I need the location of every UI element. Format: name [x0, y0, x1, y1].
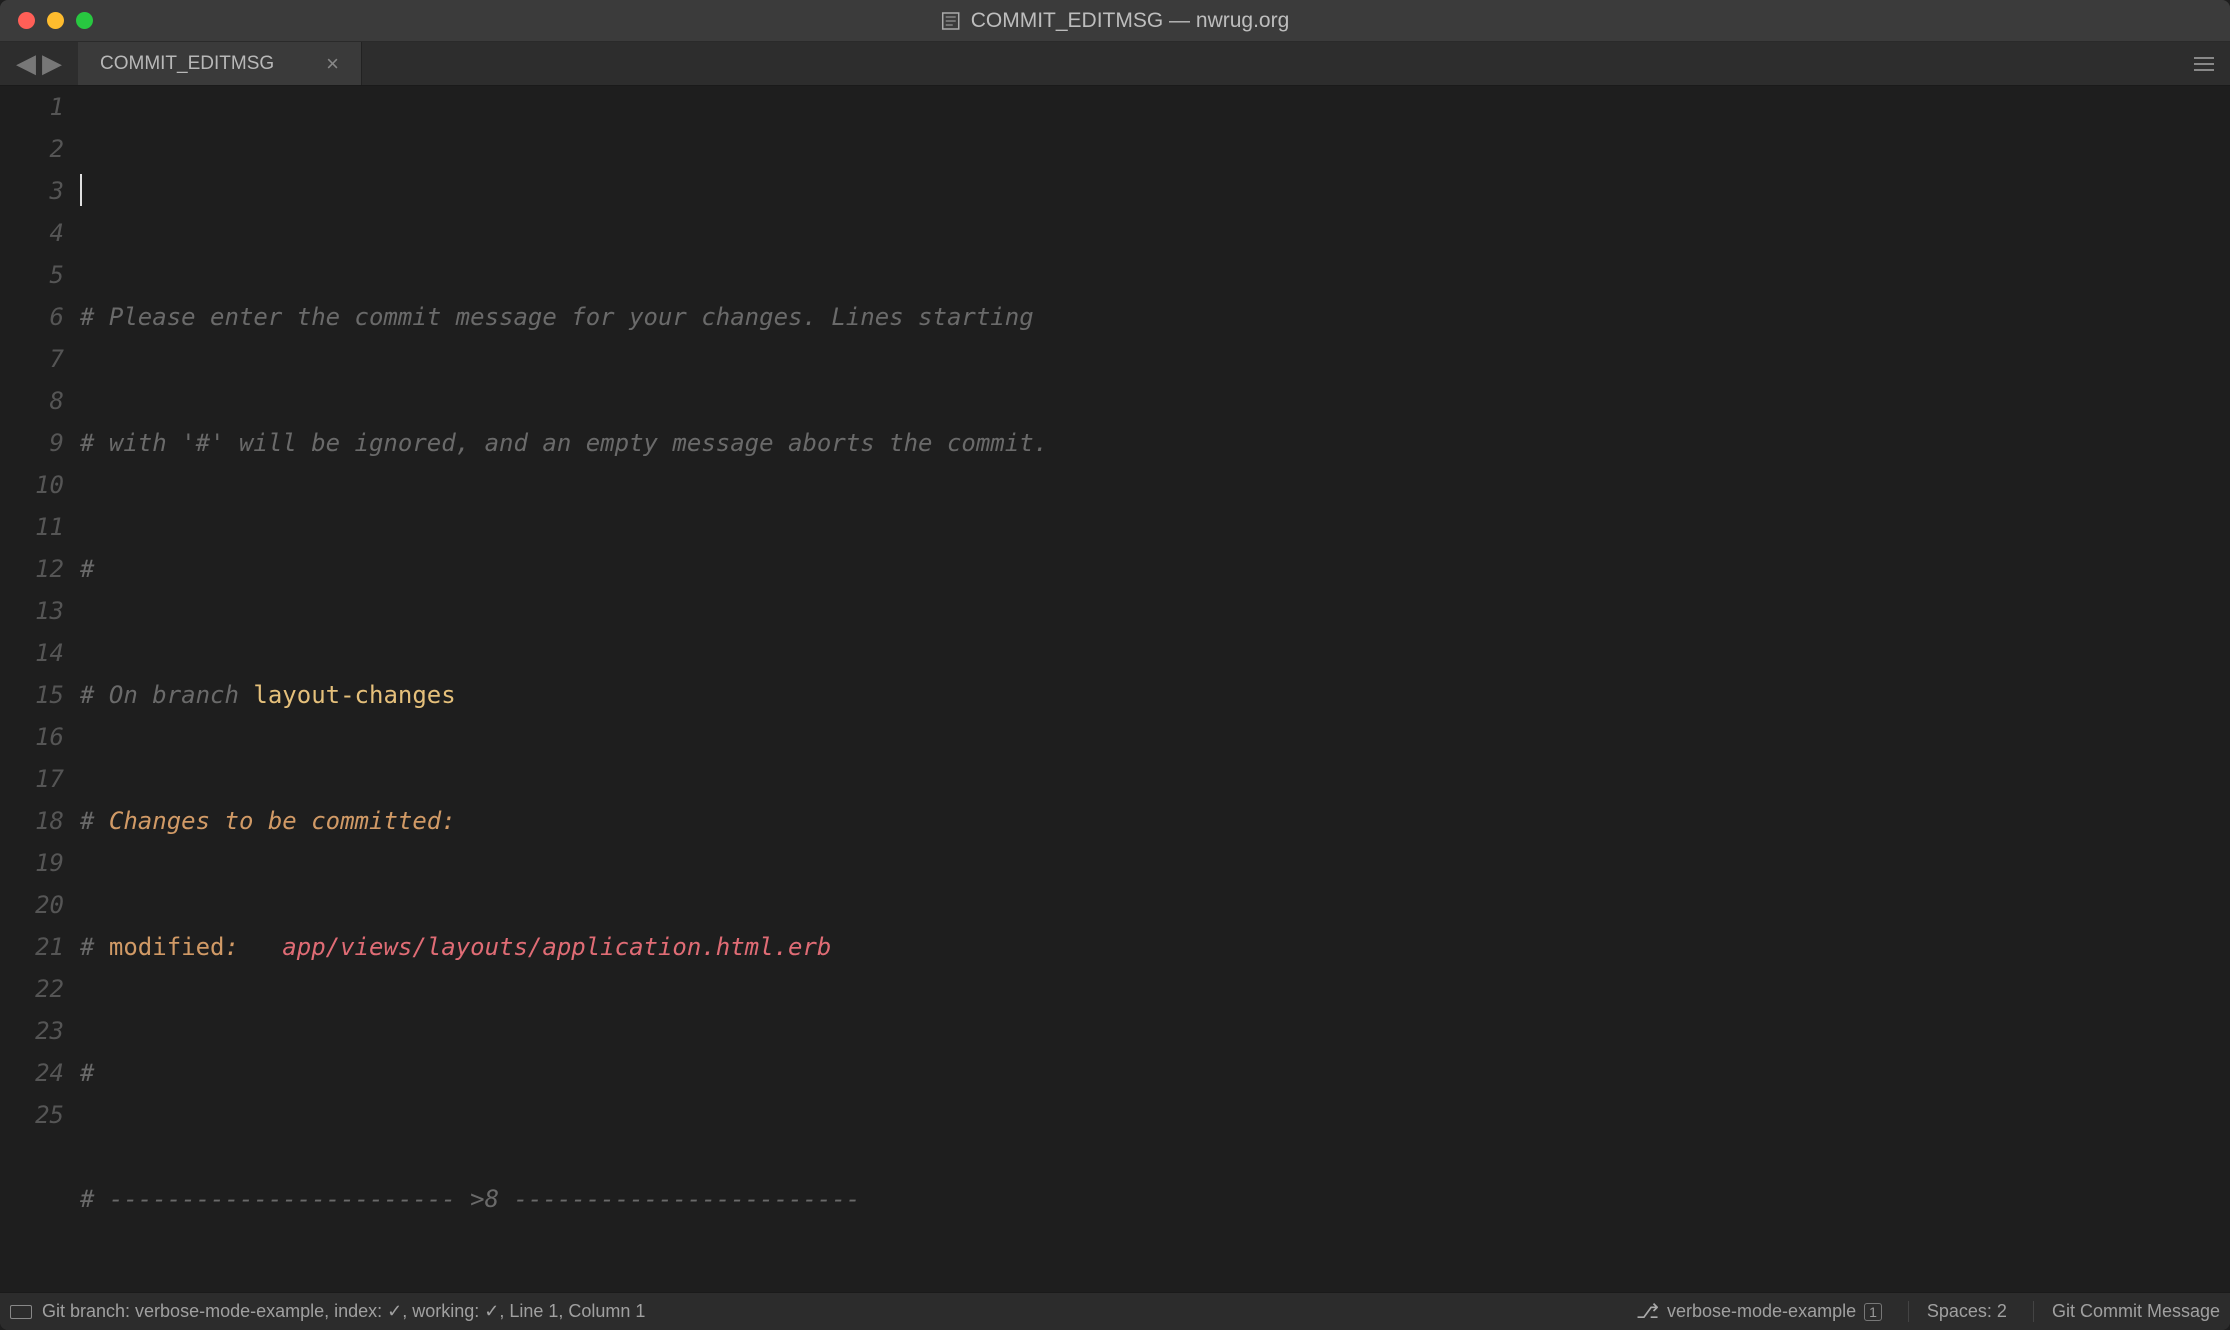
panel-toggle-icon[interactable] [10, 1305, 32, 1319]
tab-bar: ◀ ▶ COMMIT_EDITMSG × [0, 42, 2230, 86]
git-branch-icon: ⎇ [1636, 1299, 1659, 1324]
status-stash-badge: 1 [1864, 1303, 1882, 1321]
code-line-1 [74, 170, 2230, 212]
window-title: COMMIT_EDITMSG — nwrug.org [941, 0, 1290, 41]
status-indent-label: Spaces: 2 [1927, 1301, 2007, 1322]
code-line-5: # On branch layout-changes [74, 674, 2230, 716]
zoom-window-button[interactable] [76, 12, 93, 29]
status-branch[interactable]: ⎇ verbose-mode-example 1 [1636, 1299, 1882, 1324]
close-window-button[interactable] [18, 12, 35, 29]
tab-bar-menu-button[interactable] [2178, 42, 2230, 85]
status-branch-name: verbose-mode-example [1667, 1301, 1856, 1322]
hamburger-icon [2194, 57, 2214, 71]
code-line-9: # ------------------------ >8 ----------… [74, 1178, 2230, 1220]
tab-label: COMMIT_EDITMSG [100, 53, 274, 75]
code-line-3: # with '#' will be ignored, and an empty… [74, 422, 2230, 464]
tab-bar-spacer [362, 42, 2178, 85]
editor-window: COMMIT_EDITMSG — nwrug.org ◀ ▶ COMMIT_ED… [0, 0, 2230, 1330]
code-line-6: # Changes to be committed: [74, 800, 2230, 842]
status-git-info: Git branch: verbose-mode-example, index:… [42, 1301, 645, 1322]
tab-close-button[interactable]: × [326, 53, 339, 75]
nav-forward-button[interactable]: ▶ [42, 48, 62, 79]
nav-arrows: ◀ ▶ [0, 42, 78, 85]
status-syntax[interactable]: Git Commit Message [2033, 1301, 2220, 1322]
code-line-4: # [74, 548, 2230, 590]
line-number-gutter: 1 2 3 4 5 6 7 8 9 10 11 12 13 14 15 16 1… [0, 86, 74, 1292]
nav-back-button[interactable]: ◀ [16, 48, 36, 79]
status-right: ⎇ verbose-mode-example 1 Spaces: 2 Git C… [1636, 1299, 2220, 1324]
code-line-2: # Please enter the commit message for yo… [74, 296, 2230, 338]
title-bar: COMMIT_EDITMSG — nwrug.org [0, 0, 2230, 42]
minimize-window-button[interactable] [47, 12, 64, 29]
status-bar: Git branch: verbose-mode-example, index:… [0, 1292, 2230, 1330]
code-content[interactable]: # Please enter the commit message for yo… [74, 86, 2230, 1292]
window-title-text: COMMIT_EDITMSG — nwrug.org [971, 9, 1290, 33]
window-controls [18, 12, 93, 29]
file-icon [941, 11, 961, 31]
status-indent[interactable]: Spaces: 2 [1908, 1301, 2007, 1322]
status-left[interactable]: Git branch: verbose-mode-example, index:… [10, 1301, 645, 1322]
code-line-7: # modified: app/views/layouts/applicatio… [74, 926, 2230, 968]
tab-commit-editmsg[interactable]: COMMIT_EDITMSG × [78, 42, 362, 85]
editor-area[interactable]: 1 2 3 4 5 6 7 8 9 10 11 12 13 14 15 16 1… [0, 86, 2230, 1292]
code-line-8: # [74, 1052, 2230, 1094]
text-cursor [80, 174, 82, 206]
status-syntax-label: Git Commit Message [2052, 1301, 2220, 1322]
